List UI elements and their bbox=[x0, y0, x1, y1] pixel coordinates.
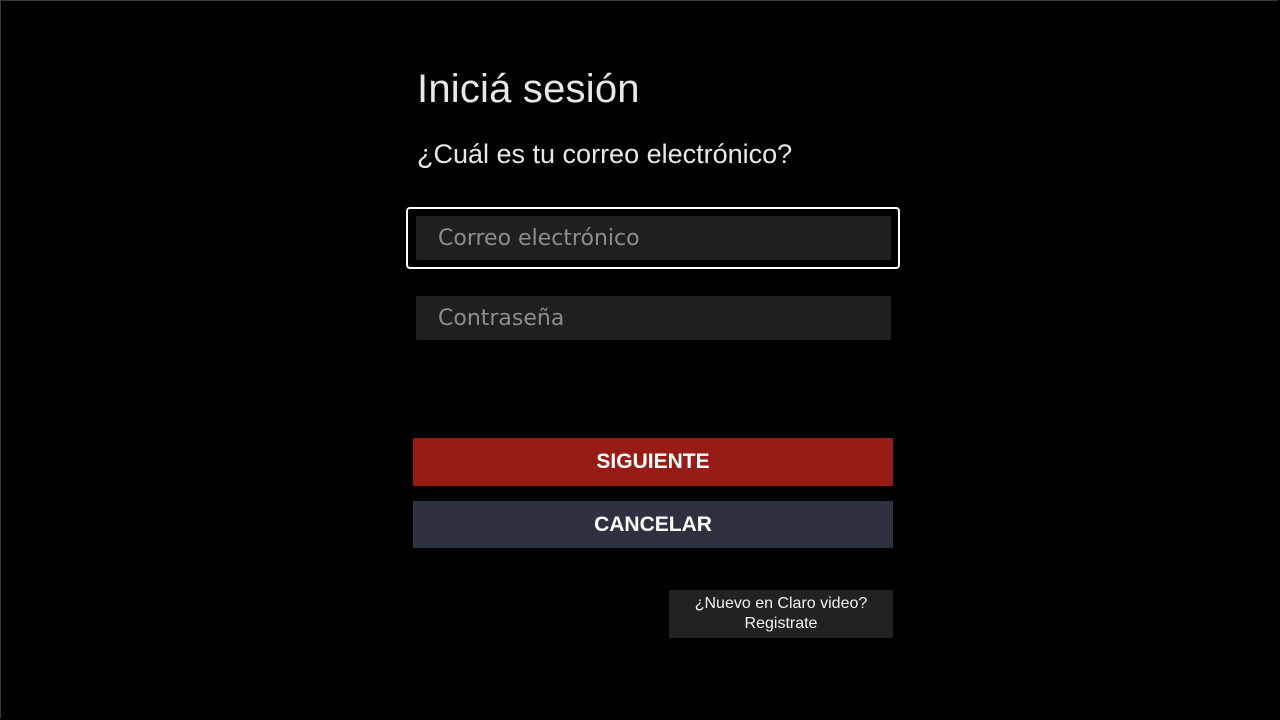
page-title: Iniciá sesión bbox=[417, 67, 640, 111]
cancel-button-label: CANCELAR bbox=[594, 512, 712, 536]
password-field-placeholder: Contraseña bbox=[438, 305, 565, 331]
email-field-placeholder: Correo electrónico bbox=[438, 225, 640, 251]
email-question: ¿Cuál es tu correo electrónico? bbox=[417, 139, 793, 169]
register-link-label: Registrate bbox=[744, 615, 818, 632]
register-question: ¿Nuevo en Claro video? bbox=[694, 595, 868, 612]
next-button[interactable]: SIGUIENTE bbox=[413, 438, 893, 486]
password-field[interactable]: Contraseña bbox=[416, 296, 891, 340]
cancel-button[interactable]: CANCELAR bbox=[413, 501, 893, 548]
register-button[interactable]: ¿Nuevo en Claro video? Registrate bbox=[669, 590, 893, 638]
next-button-label: SIGUIENTE bbox=[596, 450, 710, 473]
login-screen: Iniciá sesión ¿Cuál es tu correo electró… bbox=[0, 0, 1278, 718]
email-field[interactable]: Correo electrónico bbox=[416, 216, 891, 260]
